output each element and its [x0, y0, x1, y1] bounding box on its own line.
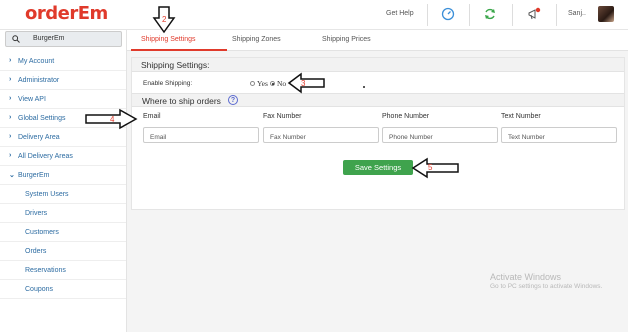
chevron-right-icon: ›: [9, 152, 12, 159]
phone-number-label: Phone Number: [382, 113, 430, 120]
restaurant-search-input[interactable]: BurgerEm: [5, 31, 122, 47]
chevron-right-icon: ›: [9, 95, 12, 102]
sidebar-subitem-reservations[interactable]: Reservations: [0, 261, 126, 280]
email-field[interactable]: [143, 127, 259, 143]
yes-label: Yes: [257, 79, 268, 88]
divider: [556, 4, 557, 26]
divider: [512, 4, 513, 26]
phone-number-field[interactable]: [382, 127, 498, 143]
top-bar: orderEm Get Help Sanj..: [0, 0, 628, 30]
email-label: Email: [143, 113, 161, 120]
shipping-settings-panel: Shipping Settings: Enable Shipping: Yes …: [131, 57, 625, 210]
sidebar-subitem-orders[interactable]: Orders: [0, 242, 126, 261]
no-label: No: [277, 79, 287, 88]
sidebar-item-burgerem[interactable]: ⌄ BurgerEm: [0, 166, 126, 185]
chevron-right-icon: ›: [9, 133, 12, 140]
help-icon[interactable]: ?: [228, 95, 238, 105]
sidebar-subitem-label: Coupons: [25, 286, 54, 293]
sidebar-item-label: Global Settings: [18, 115, 66, 122]
sidebar-subitem-coupons[interactable]: Coupons: [0, 280, 126, 299]
enable-shipping-label: Enable Shipping:: [143, 80, 193, 87]
sidebar-item-all-delivery-areas[interactable]: › All Delivery Areas: [0, 147, 126, 166]
sidebar-item-administrator[interactable]: › Administrator: [0, 71, 126, 90]
annotation-number-4: 4: [110, 115, 115, 124]
annotation-number-5: 5: [428, 163, 433, 172]
tab-bar: Shipping Settings Shipping Zones Shippin…: [127, 30, 628, 51]
text-number-label: Text Number: [501, 113, 541, 120]
text-number-field[interactable]: [501, 127, 617, 143]
sidebar-subitem-label: System Users: [25, 191, 69, 198]
fax-number-label: Fax Number: [263, 113, 302, 120]
activation-watermark-title: Activate Windows: [490, 272, 562, 282]
sidebar-subitem-label: Reservations: [25, 267, 66, 274]
sidebar-subitem-customers[interactable]: Customers: [0, 223, 126, 242]
sidebar-item-my-account[interactable]: › My Account: [0, 52, 126, 71]
left-arrow-annotation: [287, 72, 325, 94]
tab-shipping-zones[interactable]: Shipping Zones: [232, 36, 281, 43]
cursor-dot: [363, 86, 365, 88]
chevron-right-icon: ›: [9, 76, 12, 83]
enable-shipping-no-radio[interactable]: [270, 81, 275, 86]
divider: [427, 4, 428, 26]
sidebar-item-label: All Delivery Areas: [18, 153, 73, 160]
search-icon: [12, 35, 20, 43]
chevron-right-icon: ›: [9, 57, 12, 64]
get-help-link[interactable]: Get Help: [386, 10, 414, 17]
chevron-right-icon: ›: [9, 114, 12, 121]
chevron-down-icon: ⌄: [9, 172, 15, 179]
sidebar-subitem-label: Drivers: [25, 210, 48, 217]
ship-orders-header: Where to ship orders ?: [132, 93, 624, 107]
active-tab-indicator: [131, 49, 227, 51]
sidebar: BurgerEm › My Account › Administrator › …: [0, 30, 127, 332]
megaphone-icon[interactable]: [527, 7, 541, 21]
panel-title: Shipping Settings:: [141, 60, 210, 70]
ship-orders-title: Where to ship orders: [142, 96, 221, 106]
refresh-icon[interactable]: [483, 7, 497, 21]
enable-shipping-yes-radio[interactable]: [250, 81, 255, 86]
avatar[interactable]: [598, 6, 614, 22]
sidebar-item-label: View API: [18, 96, 46, 103]
sidebar-item-label: BurgerEm: [18, 172, 50, 179]
sidebar-item-delivery-area[interactable]: › Delivery Area: [0, 128, 126, 147]
sidebar-subitem-system-users[interactable]: System Users: [0, 185, 126, 204]
sidebar-subitem-drivers[interactable]: Drivers: [0, 204, 126, 223]
activation-watermark-text: Go to PC settings to activate Windows.: [490, 283, 603, 290]
sidebar-item-label: Delivery Area: [18, 134, 60, 141]
save-settings-button[interactable]: Save Settings: [343, 160, 413, 175]
sidebar-subitem-label: Orders: [25, 248, 47, 255]
main-content: Shipping Settings Shipping Zones Shippin…: [127, 30, 628, 332]
sidebar-subitem-label: Customers: [25, 229, 59, 236]
annotation-number-2: 2: [162, 15, 167, 24]
annotation-number-3: 3: [301, 79, 306, 88]
tab-shipping-prices[interactable]: Shipping Prices: [322, 36, 371, 43]
fax-number-field[interactable]: [263, 127, 379, 143]
panel-header: Shipping Settings:: [132, 58, 624, 72]
divider: [469, 4, 470, 26]
sidebar-item-label: My Account: [18, 58, 55, 65]
left-arrow-annotation: [411, 157, 459, 179]
user-name[interactable]: Sanj..: [568, 10, 586, 17]
sidebar-item-view-api[interactable]: › View API: [0, 90, 126, 109]
gauge-icon[interactable]: [441, 7, 455, 21]
sidebar-item-label: Administrator: [18, 77, 60, 84]
search-value: BurgerEm: [33, 35, 65, 42]
app-logo[interactable]: orderEm: [25, 3, 108, 24]
tab-shipping-settings[interactable]: Shipping Settings: [141, 36, 195, 43]
